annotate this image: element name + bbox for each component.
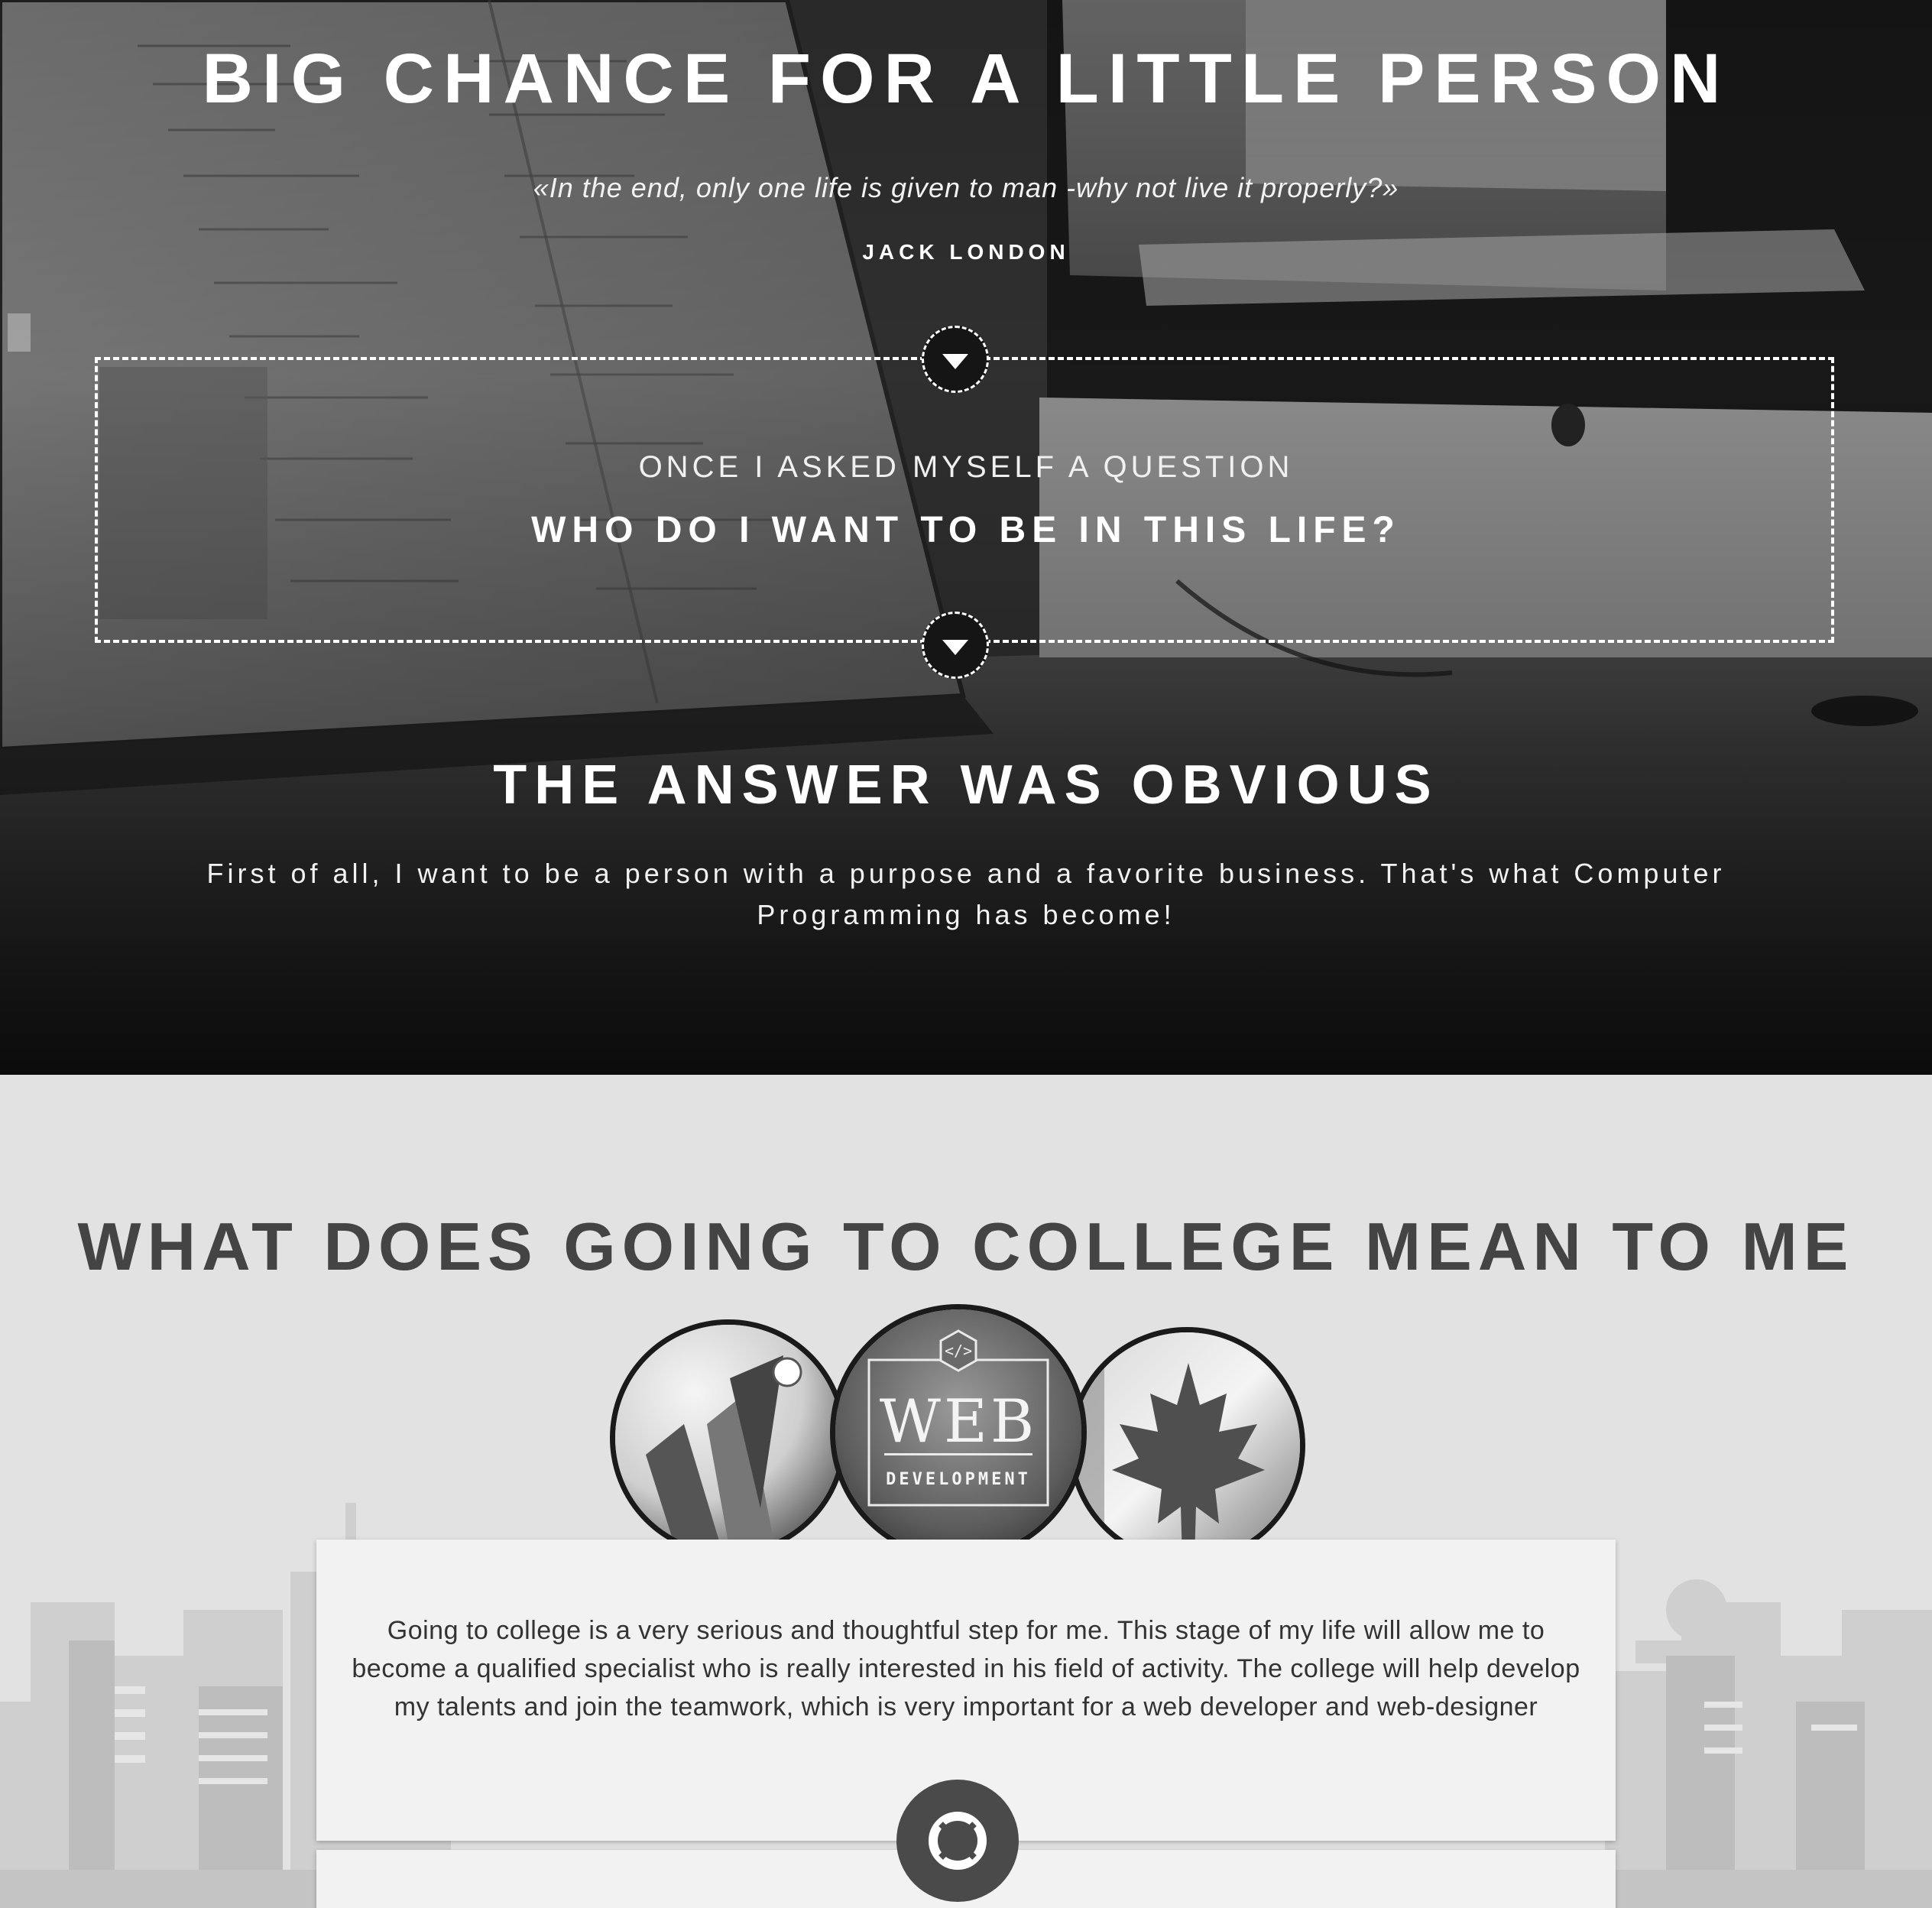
quote-author: JACK LONDON bbox=[862, 240, 1070, 264]
scroll-down-button-bottom[interactable] bbox=[922, 612, 989, 679]
answer-text: First of all, I want to be a person with… bbox=[206, 858, 1726, 930]
maple-leaf-icon bbox=[1074, 1332, 1300, 1559]
code-symbol-icon: </> bbox=[944, 1342, 973, 1360]
development-badge-label: DEVELOPMENT bbox=[886, 1470, 1031, 1489]
hero-section: BIG CHANCE FOR A LITTLE PERSON «In the e… bbox=[0, 0, 1932, 1075]
lifebuoy-icon bbox=[929, 1812, 987, 1870]
yii-logo-icon bbox=[615, 1325, 841, 1551]
scroll-down-button-top[interactable] bbox=[922, 326, 989, 393]
triangle-down-icon bbox=[942, 640, 968, 655]
lifebuoy-button[interactable] bbox=[896, 1780, 1019, 1902]
answer-title: THE ANSWER WAS OBVIOUS bbox=[493, 754, 1439, 816]
canada-flag-badge bbox=[1068, 1327, 1305, 1564]
web-development-badge: </> WEB DEVELOPMENT bbox=[830, 1304, 1087, 1561]
college-section: WHAT DOES GOING TO COLLEGE MEAN TO ME </… bbox=[0, 1075, 1932, 1908]
hero-title: BIG CHANCE FOR A LITTLE PERSON bbox=[202, 40, 1730, 118]
question-dashed-box bbox=[95, 357, 1834, 643]
triangle-down-icon bbox=[942, 354, 968, 369]
hero-quote: «In the end, only one life is given to m… bbox=[533, 172, 1399, 203]
question-text: WHO DO I WANT TO BE IN THIS LIFE? bbox=[531, 510, 1401, 550]
yii-logo-badge bbox=[610, 1319, 847, 1556]
college-card-text: Going to college is a very serious and t… bbox=[352, 1616, 1580, 1721]
web-badge-label: WEB bbox=[879, 1387, 1038, 1456]
college-section-title: WHAT DOES GOING TO COLLEGE MEAN TO ME bbox=[77, 1209, 1855, 1284]
question-kicker: ONCE I ASKED MYSELF A QUESTION bbox=[638, 450, 1294, 484]
